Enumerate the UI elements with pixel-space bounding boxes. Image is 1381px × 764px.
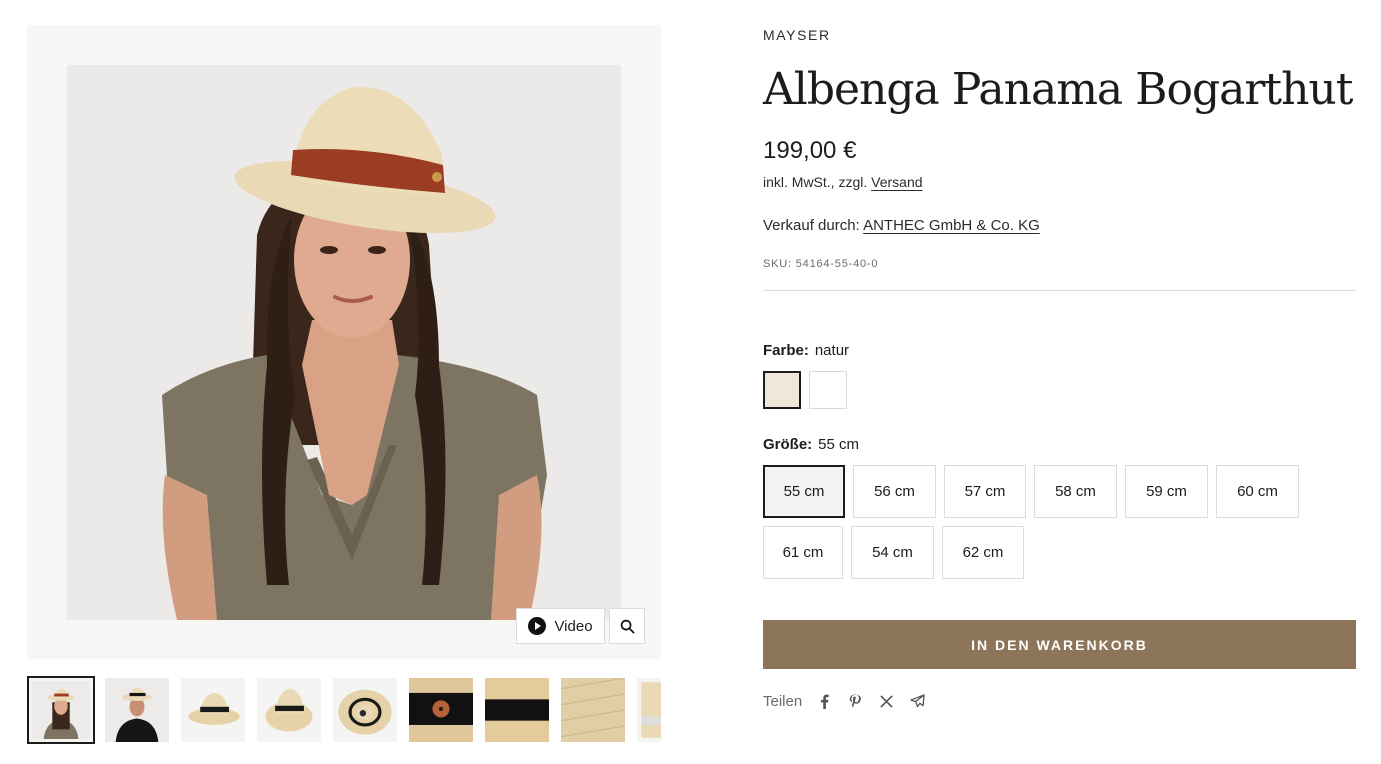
tax-prefix: inkl. MwSt., zzgl. bbox=[763, 174, 868, 190]
brand-name[interactable]: MAYSER bbox=[763, 27, 831, 43]
thumbnail-hat-side[interactable] bbox=[181, 678, 245, 742]
product-sku: SKU: 54164-55-40-0 bbox=[763, 258, 879, 270]
size-button-59[interactable]: 59 cm bbox=[1125, 465, 1208, 518]
size-button-57[interactable]: 57 cm bbox=[944, 465, 1026, 518]
add-to-cart-button[interactable]: IN DEN WARENKORB bbox=[763, 620, 1356, 669]
size-option-label: Größe: 55 cm bbox=[763, 436, 859, 453]
share-label: Teilen bbox=[763, 692, 803, 710]
thumbnail-hat-band-detail[interactable] bbox=[409, 678, 473, 742]
x-icon[interactable] bbox=[878, 693, 894, 709]
thumbnail-man-front[interactable] bbox=[105, 678, 169, 742]
seller-link[interactable]: ANTHEC GmbH & Co. KG bbox=[863, 217, 1040, 234]
thumbnail-strip[interactable] bbox=[27, 676, 661, 744]
thumbnail-woman-front[interactable] bbox=[27, 676, 95, 744]
size-button-60[interactable]: 60 cm bbox=[1216, 465, 1299, 518]
shipping-link[interactable]: Versand bbox=[871, 174, 922, 190]
product-price: 199,00 € bbox=[763, 137, 857, 164]
size-button-54[interactable]: 54 cm bbox=[851, 526, 934, 579]
pinterest-icon[interactable] bbox=[847, 693, 863, 709]
size-button-56[interactable]: 56 cm bbox=[853, 465, 936, 518]
zoom-button[interactable] bbox=[609, 608, 645, 644]
tax-info: inkl. MwSt., zzgl. Versand bbox=[763, 174, 923, 190]
size-value: 55 cm bbox=[818, 436, 860, 453]
facebook-icon[interactable] bbox=[816, 693, 832, 709]
size-button-58[interactable]: 58 cm bbox=[1034, 465, 1117, 518]
color-swatch-natur[interactable] bbox=[763, 371, 801, 409]
size-button-62[interactable]: 62 cm bbox=[942, 526, 1024, 579]
thumbnail-straw-texture[interactable] bbox=[561, 678, 625, 742]
color-label: Farbe: bbox=[763, 342, 809, 359]
thumbnail-band-closeup[interactable] bbox=[485, 678, 549, 742]
telegram-icon[interactable] bbox=[909, 693, 925, 709]
size-label: Größe: bbox=[763, 436, 813, 453]
thumbnail-hat-inside[interactable] bbox=[637, 678, 661, 742]
product-title: Albenga Panama Bogarthut bbox=[763, 64, 1353, 115]
seller-prefix: Verkauf durch: bbox=[763, 217, 860, 234]
play-icon bbox=[528, 617, 547, 635]
size-button-55[interactable]: 55 cm bbox=[763, 465, 845, 518]
thumbnail-hat-angle[interactable] bbox=[257, 678, 321, 742]
color-value: natur bbox=[814, 342, 850, 359]
video-button-label: Video bbox=[554, 617, 593, 635]
product-photo-woman-with-hat[interactable] bbox=[67, 65, 621, 620]
product-main-image[interactable]: Video bbox=[27, 25, 661, 659]
color-option-label: Farbe: natur bbox=[763, 342, 849, 359]
thumbnail-hat-top[interactable] bbox=[333, 678, 397, 742]
seller-info: Verkauf durch: ANTHEC GmbH & Co. KG bbox=[763, 217, 1040, 234]
size-button-61[interactable]: 61 cm bbox=[763, 526, 843, 579]
share-bar: Teilen bbox=[763, 691, 940, 711]
video-button[interactable]: Video bbox=[516, 608, 605, 644]
color-swatch-white[interactable] bbox=[809, 371, 847, 409]
search-icon bbox=[620, 619, 634, 633]
divider bbox=[763, 290, 1356, 291]
